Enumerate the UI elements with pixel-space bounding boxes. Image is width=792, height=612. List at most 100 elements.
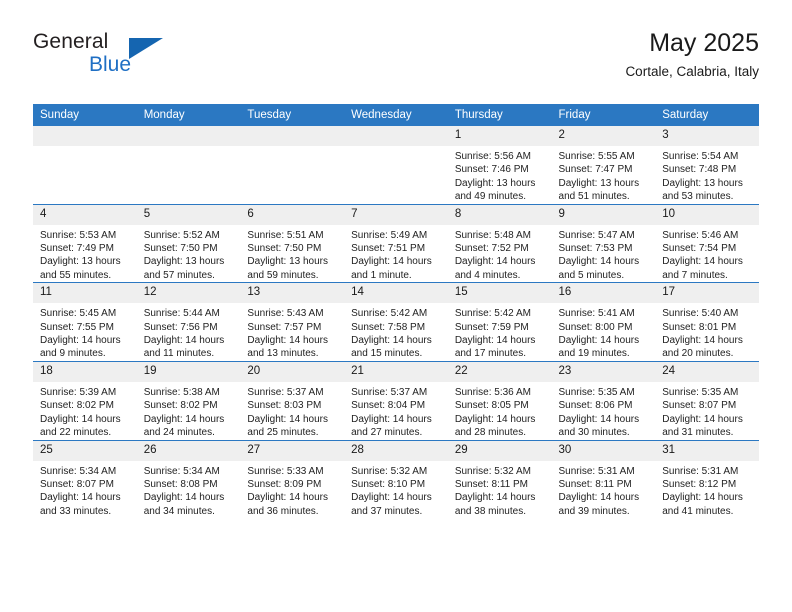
sunrise-text: Sunrise: 5:44 AM: [143, 308, 220, 320]
calendar-day-cell[interactable]: 21 Sunrise: 5:37 AM Sunset: 8:04 PM Dayligh…: [344, 360, 448, 440]
day-cell-inner: 17 Sunrise: 5:40 AM Sunset: 8:01 PM Dayligh…: [655, 283, 759, 361]
calendar-day-cell[interactable]: 4 Sunrise: 5:53 AM Sunset: 7:49 PM Daylight…: [33, 203, 137, 283]
daylight-text: Daylight: 14 hours and 27 minutes.: [351, 413, 432, 439]
day-number: 16: [551, 283, 656, 304]
calendar-day-cell[interactable]: 28 Sunrise: 5:32 AM Sunset: 8:10 PM Dayligh…: [344, 439, 448, 519]
calendar-day-cell[interactable]: 16 Sunrise: 5:41 AM Sunset: 8:00 PM Dayligh…: [551, 282, 656, 362]
day-details: Sunrise: 5:55 AM Sunset: 7:47 PM Daylight:…: [552, 146, 656, 204]
sunset-text: Sunset: 7:46 PM: [454, 164, 529, 176]
calendar-day-cell[interactable]: 14 Sunrise: 5:42 AM Sunset: 7:58 PM Dayligh…: [344, 282, 448, 362]
calendar-day-cell[interactable]: 10 Sunrise: 5:46 AM Sunset: 7:54 PM Dayligh…: [655, 203, 759, 283]
day-cell-inner: 24 Sunrise: 5:35 AM Sunset: 8:07 PM Dayligh…: [655, 361, 759, 440]
calendar-day-cell[interactable]: 12 Sunrise: 5:44 AM Sunset: 7:56 PM Dayligh…: [136, 282, 241, 362]
sunrise-text: Sunrise: 5:49 AM: [351, 229, 428, 241]
sunrise-text: Sunrise: 5:52 AM: [143, 229, 220, 241]
calendar-week-row: 25 Sunrise: 5:34 AM Sunset: 8:07 PM Dayligh…: [33, 439, 759, 519]
sunset-text: Sunset: 7:54 PM: [662, 243, 737, 255]
day-details: Sunrise: 5:47 AM Sunset: 7:53 PM Daylight:…: [552, 225, 656, 283]
calendar-page: General Blue May 2025 Cortale, Calabria,…: [0, 0, 792, 612]
calendar-day-cell[interactable]: 25 Sunrise: 5:34 AM Sunset: 8:07 PM Dayligh…: [33, 439, 137, 519]
calendar-day-cell[interactable]: 9 Sunrise: 5:47 AM Sunset: 7:53 PM Daylight…: [551, 203, 656, 283]
sunrise-text: Sunrise: 5:32 AM: [351, 465, 428, 477]
day-number: 14: [344, 283, 448, 304]
day-cell-inner: 10 Sunrise: 5:46 AM Sunset: 7:54 PM Dayligh…: [655, 204, 759, 283]
day-cell-inner: [344, 126, 448, 204]
day-number: 7: [344, 204, 448, 225]
sunrise-text: Sunrise: 5:46 AM: [662, 229, 739, 241]
sunrise-text: Sunrise: 5:32 AM: [454, 465, 531, 477]
day-cell-inner: 14 Sunrise: 5:42 AM Sunset: 7:58 PM Dayligh…: [344, 283, 448, 361]
daylight-text: Daylight: 14 hours and 24 minutes.: [143, 413, 225, 439]
day-cell-inner: 22 Sunrise: 5:36 AM Sunset: 8:05 PM Dayligh…: [447, 361, 552, 440]
weekday-header-friday: Friday: [551, 104, 656, 126]
calendar-day-cell[interactable]: 1 Sunrise: 5:56 AM Sunset: 7:46 PM Daylight…: [447, 126, 552, 205]
calendar-day-cell[interactable]: 6 Sunrise: 5:51 AM Sunset: 7:50 PM Daylight…: [240, 203, 345, 283]
day-details: Sunrise: 5:51 AM Sunset: 7:50 PM Daylight:…: [240, 225, 344, 283]
sunset-text: Sunset: 7:56 PM: [143, 321, 218, 333]
day-number: 26: [136, 440, 241, 461]
calendar-day-cell[interactable]: 30 Sunrise: 5:31 AM Sunset: 8:11 PM Dayligh…: [551, 439, 656, 519]
calendar-day-cell-empty: [136, 126, 241, 205]
weekday-header-monday: Monday: [136, 104, 241, 126]
calendar-day-cell[interactable]: 24 Sunrise: 5:35 AM Sunset: 8:07 PM Dayligh…: [655, 360, 759, 440]
calendar-day-cell[interactable]: 19 Sunrise: 5:38 AM Sunset: 8:02 PM Dayligh…: [136, 360, 241, 440]
daylight-text: Daylight: 14 hours and 11 minutes.: [143, 335, 225, 360]
day-cell-inner: [33, 126, 137, 204]
daylight-text: Daylight: 14 hours and 25 minutes.: [247, 413, 329, 439]
calendar-day-cell[interactable]: 26 Sunrise: 5:34 AM Sunset: 8:08 PM Dayligh…: [136, 439, 241, 519]
day-details: Sunrise: 5:46 AM Sunset: 7:54 PM Daylight:…: [655, 225, 759, 283]
day-details: Sunrise: 5:31 AM Sunset: 8:12 PM Daylight:…: [655, 461, 759, 519]
brand-logo[interactable]: General Blue: [33, 30, 253, 86]
daylight-text: Daylight: 14 hours and 7 minutes.: [662, 256, 743, 281]
calendar-body: 1 Sunrise: 5:56 AM Sunset: 7:46 PM Daylight…: [33, 126, 759, 519]
daylight-text: Daylight: 14 hours and 39 minutes.: [558, 492, 640, 517]
calendar-week-row: 1 Sunrise: 5:56 AM Sunset: 7:46 PM Daylight…: [33, 126, 759, 205]
day-details: Sunrise: 5:37 AM Sunset: 8:04 PM Daylight:…: [344, 382, 448, 440]
day-cell-inner: 4 Sunrise: 5:53 AM Sunset: 7:49 PM Daylight…: [33, 204, 137, 283]
page-subtitle: Cortale, Calabria, Italy: [625, 64, 759, 79]
calendar-day-cell[interactable]: 13 Sunrise: 5:43 AM Sunset: 7:57 PM Dayligh…: [240, 282, 345, 362]
sunset-text: Sunset: 8:10 PM: [351, 478, 426, 490]
day-number: [33, 126, 137, 146]
calendar-day-cell[interactable]: 3 Sunrise: 5:54 AM Sunset: 7:48 PM Daylight…: [655, 126, 759, 205]
calendar-day-cell[interactable]: 5 Sunrise: 5:52 AM Sunset: 7:50 PM Daylight…: [136, 203, 241, 283]
calendar-day-cell[interactable]: 11 Sunrise: 5:45 AM Sunset: 7:55 PM Dayligh…: [33, 282, 137, 362]
sunset-text: Sunset: 7:48 PM: [662, 164, 737, 176]
day-number: 5: [136, 204, 241, 225]
sunrise-text: Sunrise: 5:39 AM: [40, 386, 117, 398]
sunset-text: Sunset: 8:11 PM: [454, 478, 529, 490]
daylight-text: Daylight: 14 hours and 41 minutes.: [662, 492, 743, 517]
weekday-header-tuesday: Tuesday: [240, 104, 345, 126]
calendar-day-cell[interactable]: 15 Sunrise: 5:42 AM Sunset: 7:59 PM Dayligh…: [447, 282, 552, 362]
calendar-day-cell[interactable]: 17 Sunrise: 5:40 AM Sunset: 8:01 PM Dayligh…: [655, 282, 759, 362]
daylight-text: Daylight: 14 hours and 22 minutes.: [40, 413, 121, 439]
calendar-day-cell[interactable]: 20 Sunrise: 5:37 AM Sunset: 8:03 PM Dayligh…: [240, 360, 345, 440]
sunset-text: Sunset: 8:01 PM: [662, 321, 737, 333]
calendar-day-cell[interactable]: 27 Sunrise: 5:33 AM Sunset: 8:09 PM Dayligh…: [240, 439, 345, 519]
calendar-day-cell[interactable]: 7 Sunrise: 5:49 AM Sunset: 7:51 PM Daylight…: [344, 203, 448, 283]
daylight-text: Daylight: 14 hours and 1 minute.: [351, 256, 432, 281]
day-cell-inner: 6 Sunrise: 5:51 AM Sunset: 7:50 PM Daylight…: [240, 204, 345, 283]
calendar-week-row: 18 Sunrise: 5:39 AM Sunset: 8:02 PM Dayligh…: [33, 360, 759, 440]
sunrise-text: Sunrise: 5:51 AM: [247, 229, 324, 241]
page-header: General Blue May 2025 Cortale, Calabria,…: [33, 28, 759, 90]
calendar-day-cell[interactable]: 18 Sunrise: 5:39 AM Sunset: 8:02 PM Dayligh…: [33, 360, 137, 440]
day-details: Sunrise: 5:38 AM Sunset: 8:02 PM Daylight:…: [137, 382, 241, 440]
sunset-text: Sunset: 7:57 PM: [247, 321, 322, 333]
calendar-day-cell[interactable]: 31 Sunrise: 5:31 AM Sunset: 8:12 PM Dayligh…: [655, 439, 759, 519]
daylight-text: Daylight: 14 hours and 9 minutes.: [40, 335, 121, 360]
calendar-day-cell[interactable]: 2 Sunrise: 5:55 AM Sunset: 7:47 PM Daylight…: [551, 126, 656, 205]
sunset-text: Sunset: 7:49 PM: [40, 243, 114, 255]
day-details: Sunrise: 5:42 AM Sunset: 7:59 PM Daylight:…: [448, 303, 552, 361]
calendar-day-cell[interactable]: 23 Sunrise: 5:35 AM Sunset: 8:06 PM Dayligh…: [551, 360, 656, 440]
calendar-day-cell[interactable]: 29 Sunrise: 5:32 AM Sunset: 8:11 PM Dayligh…: [447, 439, 552, 519]
sunset-text: Sunset: 8:12 PM: [662, 478, 737, 490]
calendar-day-cell[interactable]: 22 Sunrise: 5:36 AM Sunset: 8:05 PM Dayligh…: [447, 360, 552, 440]
day-details: Sunrise: 5:56 AM Sunset: 7:46 PM Daylight:…: [448, 146, 552, 204]
day-cell-inner: 8 Sunrise: 5:48 AM Sunset: 7:52 PM Daylight…: [447, 204, 552, 283]
day-number: 19: [136, 361, 241, 382]
sunrise-text: Sunrise: 5:43 AM: [247, 308, 324, 320]
sunset-text: Sunset: 8:03 PM: [247, 400, 322, 412]
day-cell-inner: 27 Sunrise: 5:33 AM Sunset: 8:09 PM Dayligh…: [240, 440, 345, 519]
calendar-day-cell[interactable]: 8 Sunrise: 5:48 AM Sunset: 7:52 PM Daylight…: [447, 203, 552, 283]
